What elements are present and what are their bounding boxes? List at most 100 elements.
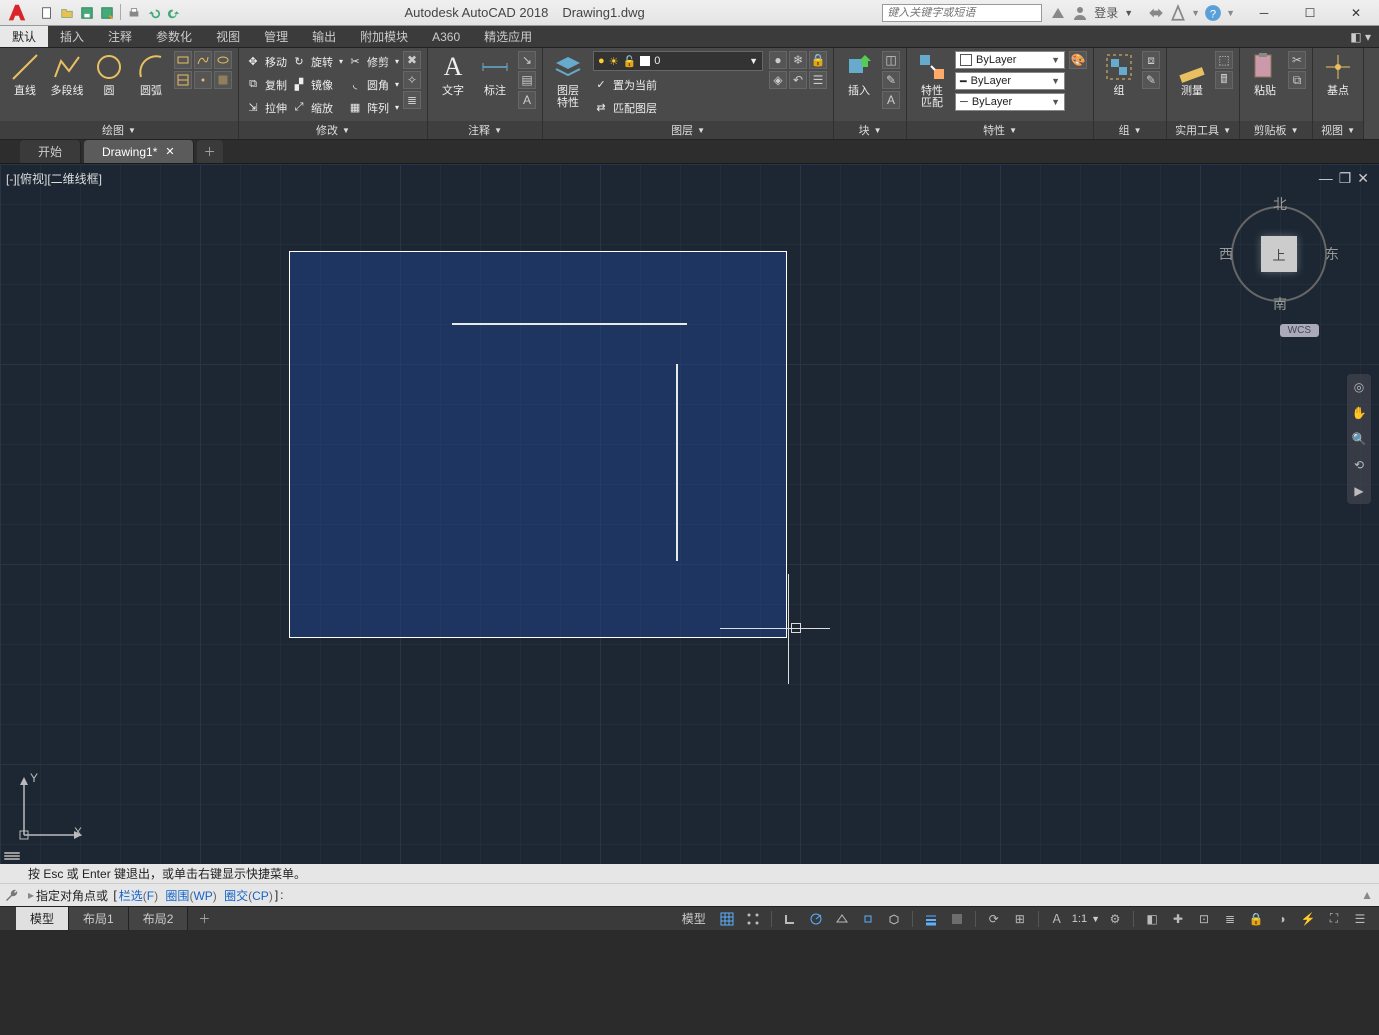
status-dynamic-input-icon[interactable]: ⊞ xyxy=(1009,909,1031,929)
command-drag-handle[interactable] xyxy=(4,852,20,860)
app-logo[interactable] xyxy=(0,0,34,26)
status-snap-icon[interactable] xyxy=(742,909,764,929)
panel-clipboard-title[interactable]: 剪贴板▼ xyxy=(1240,121,1312,139)
status-annoscale-icon[interactable]: Ａ xyxy=(1046,909,1068,929)
ribbon-tab-insert[interactable]: 插入 xyxy=(48,26,96,47)
status-lockui-icon[interactable]: 🔒 xyxy=(1245,909,1267,929)
linetype-dropdown[interactable]: ─ByLayer▼ xyxy=(955,93,1065,111)
tool-layer-properties[interactable]: 图层 特性 xyxy=(549,51,587,109)
status-workspace-icon[interactable]: ◧ xyxy=(1141,909,1163,929)
viewcube-top-face[interactable]: 上 xyxy=(1261,236,1297,272)
ribbon-tab-a360[interactable]: A360 xyxy=(420,26,472,47)
status-polar-icon[interactable] xyxy=(805,909,827,929)
qat-undo-icon[interactable] xyxy=(145,4,163,22)
copy-clip-icon[interactable]: ⧉ xyxy=(1288,71,1306,89)
tool-table-icon[interactable]: ▤ xyxy=(518,71,536,89)
cut-icon[interactable]: ✂ xyxy=(1288,51,1306,69)
window-minimize-button[interactable]: ─ xyxy=(1241,0,1287,26)
status-customize-icon[interactable]: ☰ xyxy=(1349,909,1371,929)
tool-explode-icon[interactable]: ✧ xyxy=(403,71,421,89)
command-customize-icon[interactable] xyxy=(4,888,20,904)
tool-match-properties[interactable]: 特性 匹配 xyxy=(913,51,951,109)
ribbon-tab-output[interactable]: 输出 xyxy=(300,26,348,47)
layer-lock-icon[interactable]: 🔒 xyxy=(809,51,827,69)
file-tab-new-button[interactable]: ＋ xyxy=(197,140,223,163)
nav-showmotion-icon[interactable]: ▶ xyxy=(1350,482,1368,500)
status-annotation-monitor-icon[interactable]: ✚ xyxy=(1167,909,1189,929)
layer-prev-icon[interactable]: ↶ xyxy=(789,71,807,89)
quickcalc-icon[interactable]: 🖩 xyxy=(1215,71,1233,89)
tool-dimension[interactable]: 标注 xyxy=(476,51,514,97)
cmd-opt-cpolygon[interactable]: 圈交(CP) xyxy=(224,887,273,904)
ribbon-tab-featured[interactable]: 精选应用 xyxy=(472,26,544,47)
viewport-label[interactable]: [-][俯视][二维线框] xyxy=(6,170,102,187)
lineweight-dropdown[interactable]: ━ByLayer▼ xyxy=(955,72,1065,90)
panel-layers-title[interactable]: 图层▼ xyxy=(543,121,833,139)
tool-point-icon[interactable] xyxy=(194,71,212,89)
file-tab-close-icon[interactable]: ✕ xyxy=(165,145,174,158)
status-transparency-icon[interactable] xyxy=(946,909,968,929)
tool-layer-match[interactable]: ⇄匹配图层 xyxy=(593,97,657,118)
panel-annotation-title[interactable]: 注释▼ xyxy=(428,121,542,139)
vp-restore-icon[interactable]: ❐ xyxy=(1339,170,1352,187)
viewcube[interactable]: 上 北 东 南 西 xyxy=(1219,194,1339,314)
tool-line[interactable]: 直线 xyxy=(6,51,44,97)
account-area[interactable]: 登录 ▼ xyxy=(1042,4,1141,21)
tool-rotate[interactable]: ↻旋转▾ xyxy=(291,51,343,72)
status-lwt-icon[interactable] xyxy=(920,909,942,929)
nav-zoom-icon[interactable]: 🔍 xyxy=(1350,430,1368,448)
layout-tab-layout1[interactable]: 布局1 xyxy=(69,907,129,930)
help-search-box[interactable] xyxy=(882,4,1042,22)
layout-tab-add-button[interactable]: ＋ xyxy=(188,907,220,930)
tool-copy[interactable]: ⧉复制 xyxy=(245,74,287,95)
status-grid-icon[interactable] xyxy=(716,909,738,929)
viewcube-east[interactable]: 东 xyxy=(1325,244,1339,264)
status-ortho-icon[interactable] xyxy=(779,909,801,929)
viewcube-north[interactable]: 北 xyxy=(1273,194,1287,214)
tool-basepoint[interactable]: 基点 xyxy=(1319,51,1357,97)
window-maximize-button[interactable]: ☐ xyxy=(1287,0,1333,26)
select-all-icon[interactable]: ⬚ xyxy=(1215,51,1233,69)
exchange-icon[interactable] xyxy=(1147,4,1165,22)
layer-state-icon[interactable]: ☰ xyxy=(809,71,827,89)
status-isodraft-icon[interactable] xyxy=(831,909,853,929)
status-osnap-icon[interactable] xyxy=(857,909,879,929)
panel-block-title[interactable]: 块▼ xyxy=(834,121,906,139)
command-expand-icon[interactable]: ▲ xyxy=(1361,888,1373,902)
layer-iso-icon[interactable]: ◈ xyxy=(769,71,787,89)
tool-arc[interactable]: 圆弧 xyxy=(132,51,170,97)
tool-rect-icon[interactable] xyxy=(174,51,192,69)
tool-spline-icon[interactable] xyxy=(194,51,212,69)
tool-move[interactable]: ✥移动 xyxy=(245,51,287,72)
block-edit-icon[interactable]: ✎ xyxy=(882,71,900,89)
tool-block-insert[interactable]: 插入 xyxy=(840,51,878,97)
window-close-button[interactable]: ✕ xyxy=(1333,0,1379,26)
ribbon-tab-manage[interactable]: 管理 xyxy=(252,26,300,47)
tool-measure[interactable]: 测量 xyxy=(1173,51,1211,97)
layout-tab-layout2[interactable]: 布局2 xyxy=(129,907,189,930)
file-tab-start[interactable]: 开始 xyxy=(20,140,81,163)
vp-minimize-icon[interactable]: — xyxy=(1319,170,1333,187)
tool-circle[interactable]: 圆 xyxy=(90,51,128,97)
a360-icon[interactable] xyxy=(1169,4,1187,22)
tool-scale[interactable]: ⤢缩放 xyxy=(291,97,343,118)
tool-polyline[interactable]: 多段线 xyxy=(48,51,86,97)
ungroup-icon[interactable]: ⧈ xyxy=(1142,51,1160,69)
cmd-opt-fence[interactable]: 栏选(F) xyxy=(119,887,158,904)
qat-redo-icon[interactable] xyxy=(165,4,183,22)
file-tab-drawing1[interactable]: Drawing1* ✕ xyxy=(84,140,194,163)
ribbon-tab-parametric[interactable]: 参数化 xyxy=(144,26,204,47)
ribbon-tab-view[interactable]: 视图 xyxy=(204,26,252,47)
panel-group-title[interactable]: 组▼ xyxy=(1094,121,1166,139)
group-edit-icon[interactable]: ✎ xyxy=(1142,71,1160,89)
tool-group[interactable]: 组 xyxy=(1100,51,1138,97)
qat-new-icon[interactable] xyxy=(38,4,56,22)
ucs-icon[interactable]: X Y xyxy=(16,773,86,846)
tool-hatch-icon[interactable] xyxy=(174,71,192,89)
ribbon-panel-menu-icon[interactable]: ◧ ▾ xyxy=(1342,26,1379,47)
panel-modify-title[interactable]: 修改▼ xyxy=(239,121,427,139)
props-palette-icon[interactable]: 🎨 xyxy=(1069,51,1087,69)
status-quickprops-icon[interactable]: ≣ xyxy=(1219,909,1241,929)
panel-draw-title[interactable]: 绘图▼ xyxy=(0,121,238,139)
layout-tab-model[interactable]: 模型 xyxy=(16,907,69,930)
